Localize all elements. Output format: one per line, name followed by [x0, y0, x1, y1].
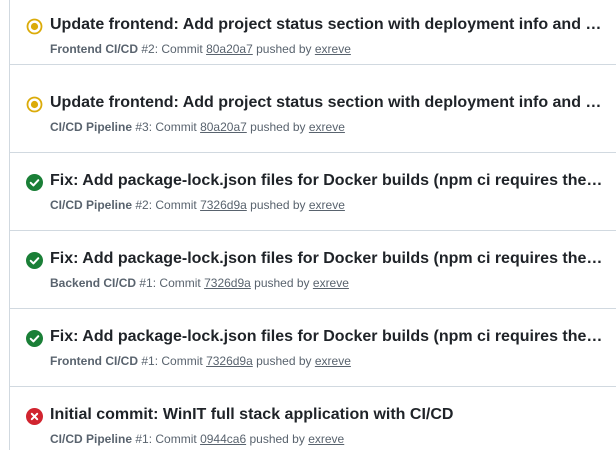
workflow-run-row[interactable]: Update frontend: Add project status sect…: [10, 75, 616, 153]
run-title-link[interactable]: Fix: Add package-lock.json files for Doc…: [50, 171, 604, 191]
author-link[interactable]: exreve: [315, 42, 351, 56]
run-meta: CI/CD Pipeline #3: Commit 80a20a7 pushed…: [50, 120, 345, 134]
author-link[interactable]: exreve: [309, 198, 345, 212]
run-number: #1: [139, 276, 153, 290]
pushed-by-label: pushed by: [250, 120, 306, 134]
status-success-icon: [26, 330, 43, 347]
author-link[interactable]: exreve: [315, 354, 351, 368]
run-number: #1: [135, 432, 149, 446]
run-number: #2: [135, 198, 149, 212]
status-failure-icon: [26, 408, 43, 425]
workflow-run-row[interactable]: Update frontend: Add project status sect…: [10, 0, 616, 65]
run-meta: Frontend CI/CD #2: Commit 80a20a7 pushed…: [50, 42, 351, 56]
commit-label: Commit: [161, 354, 203, 368]
commit-label: Commit: [155, 120, 197, 134]
run-meta: CI/CD Pipeline #2: Commit 7326d9a pushed…: [50, 198, 345, 212]
commit-label: Commit: [155, 198, 197, 212]
run-number: #1: [141, 354, 155, 368]
commit-sha-link[interactable]: 0944ca6: [200, 432, 246, 446]
run-title-link[interactable]: Update frontend: Add project status sect…: [50, 15, 604, 35]
workflow-name: CI/CD Pipeline: [50, 432, 133, 446]
run-number: #2: [141, 42, 155, 56]
workflow-run-row[interactable]: Initial commit: WinIT full stack applica…: [10, 387, 616, 465]
workflow-run-row[interactable]: Fix: Add package-lock.json files for Doc…: [10, 309, 616, 387]
pushed-by-label: pushed by: [250, 198, 306, 212]
run-title-link[interactable]: Fix: Add package-lock.json files for Doc…: [50, 249, 604, 269]
commit-label: Commit: [155, 432, 197, 446]
author-link[interactable]: exreve: [308, 432, 344, 446]
run-number: #3: [135, 120, 149, 134]
workflow-name: Frontend CI/CD: [50, 354, 138, 368]
workflow-run-row[interactable]: Fix: Add package-lock.json files for Doc…: [10, 153, 616, 231]
workflow-runs-list: Update frontend: Add project status sect…: [9, 0, 616, 450]
workflow-run-row[interactable]: Fix: Add package-lock.json files for Doc…: [10, 231, 616, 309]
workflow-name: Frontend CI/CD: [50, 42, 138, 56]
run-title-link[interactable]: Update frontend: Add project status sect…: [50, 93, 604, 113]
pushed-by-label: pushed by: [256, 354, 312, 368]
pushed-by-label: pushed by: [256, 42, 312, 56]
run-meta: Frontend CI/CD #1: Commit 7326d9a pushed…: [50, 354, 351, 368]
commit-sha-link[interactable]: 7326d9a: [206, 354, 253, 368]
commit-sha-link[interactable]: 7326d9a: [200, 198, 247, 212]
run-title-link[interactable]: Fix: Add package-lock.json files for Doc…: [50, 327, 604, 347]
pushed-by-label: pushed by: [254, 276, 310, 290]
commit-sha-link[interactable]: 80a20a7: [206, 42, 253, 56]
status-success-icon: [26, 174, 43, 191]
commit-label: Commit: [161, 42, 203, 56]
commit-sha-link[interactable]: 7326d9a: [204, 276, 251, 290]
commit-sha-link[interactable]: 80a20a7: [200, 120, 247, 134]
workflow-name: Backend CI/CD: [50, 276, 137, 290]
status-success-icon: [26, 252, 43, 269]
status-in-progress-icon: [26, 18, 43, 35]
author-link[interactable]: exreve: [309, 120, 345, 134]
workflow-name: CI/CD Pipeline: [50, 198, 133, 212]
status-in-progress-icon: [26, 96, 43, 113]
author-link[interactable]: exreve: [313, 276, 349, 290]
workflow-name: CI/CD Pipeline: [50, 120, 133, 134]
run-meta: Backend CI/CD #1: Commit 7326d9a pushed …: [50, 276, 349, 290]
pushed-by-label: pushed by: [249, 432, 305, 446]
commit-label: Commit: [159, 276, 201, 290]
run-meta: CI/CD Pipeline #1: Commit 0944ca6 pushed…: [50, 432, 345, 446]
run-title-link[interactable]: Initial commit: WinIT full stack applica…: [50, 405, 604, 425]
